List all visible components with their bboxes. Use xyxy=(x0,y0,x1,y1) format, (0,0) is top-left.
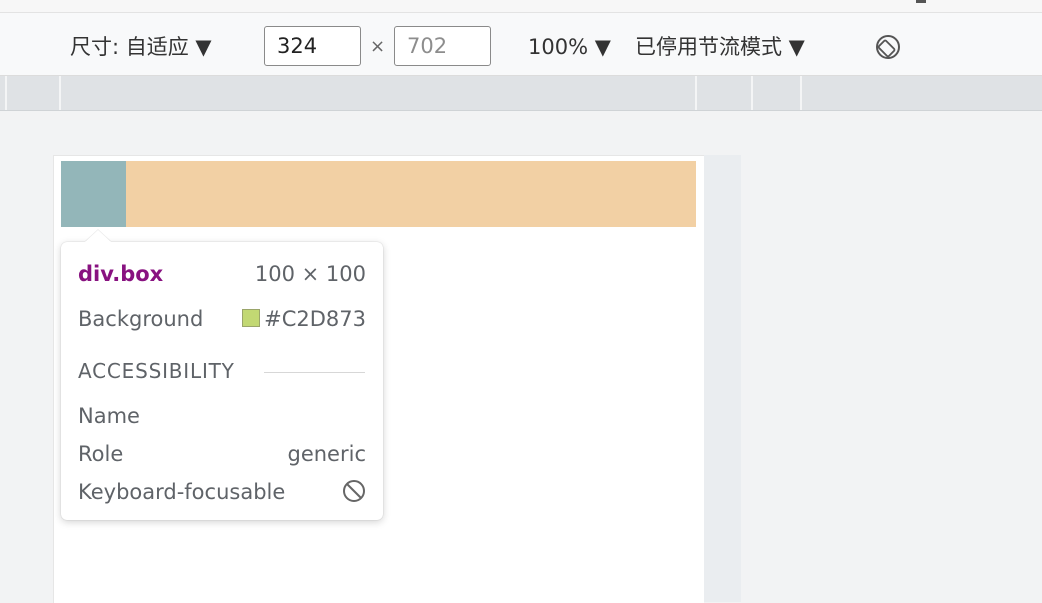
role-label: Role xyxy=(78,442,124,466)
ruler-tick xyxy=(800,76,802,110)
viewport-resize-gutter[interactable] xyxy=(703,155,741,602)
media-query-ruler xyxy=(0,76,1042,111)
times-symbol: × xyxy=(370,36,386,57)
inspected-box-highlight xyxy=(61,161,126,227)
tooltip-header-row: div.box 100 × 100 xyxy=(78,260,366,288)
tooltip-arrow xyxy=(85,230,111,242)
role-row: Role generic xyxy=(78,440,366,468)
window-control-mark xyxy=(916,0,926,3)
ruler-tick xyxy=(59,76,61,110)
height-input[interactable] xyxy=(394,26,491,66)
dimensions-dropdown[interactable]: 尺寸: 自适应 ▼ xyxy=(70,34,212,60)
focusable-label: Keyboard-focusable xyxy=(78,480,286,504)
background-row: Background #C2D873 xyxy=(78,305,366,333)
name-label: Name xyxy=(78,404,140,428)
not-allowed-icon xyxy=(342,478,366,506)
role-value: generic xyxy=(287,442,367,466)
selector-tag: div xyxy=(78,262,113,286)
page-element-bar xyxy=(61,161,696,227)
width-input[interactable] xyxy=(264,26,361,66)
accessibility-heading: ACCESSIBILITY xyxy=(78,359,235,383)
element-selector: div.box xyxy=(78,260,163,288)
throttling-dropdown[interactable]: 已停用节流模式 ▼ xyxy=(635,34,805,60)
browser-top-strip xyxy=(0,0,1042,13)
ruler-tick xyxy=(695,76,697,110)
ruler-tick xyxy=(5,76,7,110)
ruler-tick xyxy=(751,76,753,110)
background-label: Background xyxy=(78,307,204,331)
focusable-row: Keyboard-focusable xyxy=(78,478,366,506)
background-hex: #C2D873 xyxy=(264,307,366,331)
background-value: #C2D873 xyxy=(242,305,366,333)
name-row: Name xyxy=(78,402,366,430)
rotate-icon[interactable] xyxy=(874,33,902,61)
element-size: 100 × 100 xyxy=(254,262,366,286)
inspect-tooltip: div.box 100 × 100 Background #C2D873 ACC… xyxy=(61,230,383,520)
color-swatch xyxy=(242,309,261,327)
zoom-dropdown[interactable]: 100% ▼ xyxy=(528,34,611,60)
selector-class: .box xyxy=(112,262,164,286)
section-divider xyxy=(264,372,365,373)
device-toolbar: 尺寸: 自适应 ▼ × 100% ▼ 已停用节流模式 ▼ xyxy=(0,13,1042,76)
